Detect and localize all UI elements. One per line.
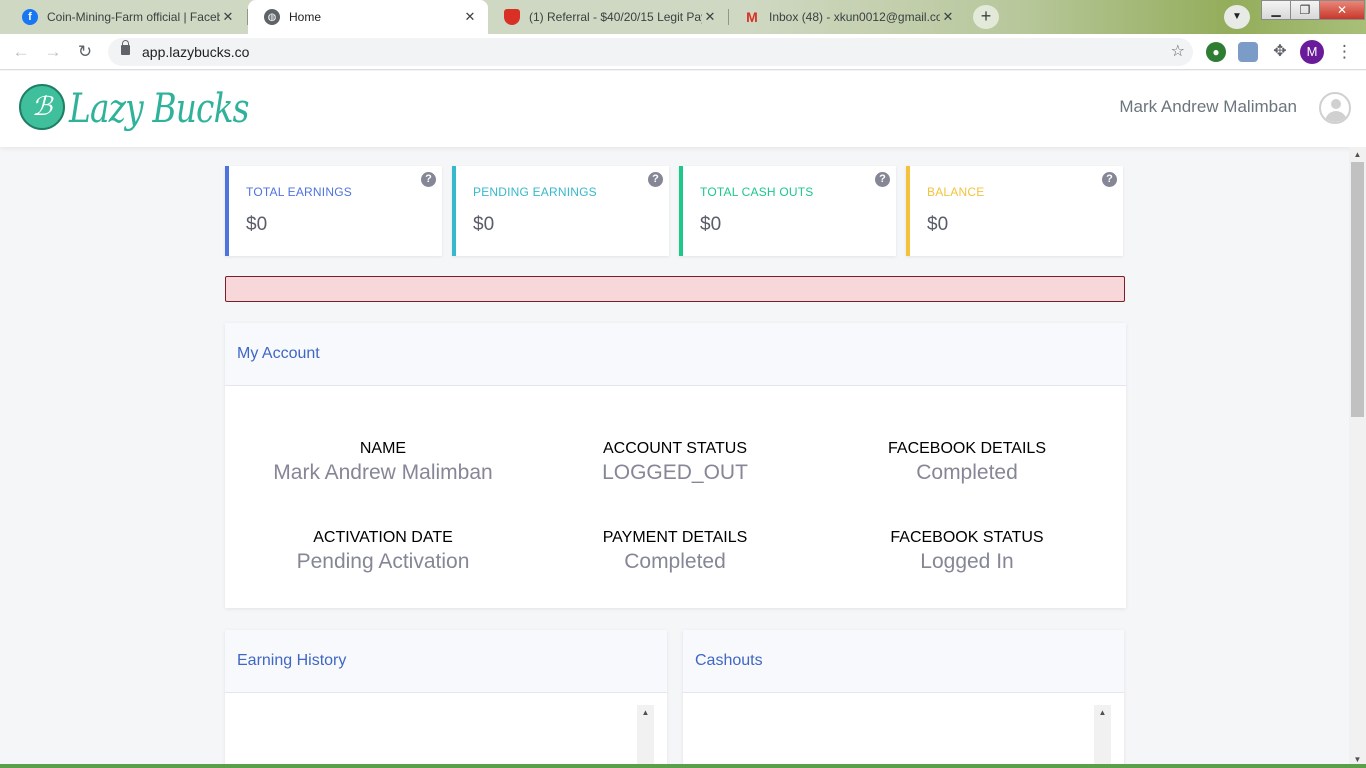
scroll-up-arrow-icon[interactable]: ▲ [1094,706,1111,720]
stat-card-pending-earnings: PENDING EARNINGS $0 ? [452,166,669,256]
scroll-up-arrow-icon[interactable]: ▲ [1349,148,1366,162]
stat-card-total-earnings: TOTAL EARNINGS $0 ? [225,166,442,256]
my-account-panel: My Account NAME Mark Andrew Malimban ACC… [225,323,1126,608]
window-close-button[interactable]: ✕ [1319,0,1365,20]
extension-image-icon[interactable] [1238,42,1258,62]
cashouts-scrollbar[interactable]: ▲ [1094,705,1111,768]
forward-arrow-icon[interactable]: → [41,40,65,64]
close-icon[interactable]: ✕ [462,9,478,25]
extension-globe-icon[interactable]: ● [1206,42,1226,62]
field-value: Completed [916,461,1018,484]
account-field-name: NAME Mark Andrew Malimban [233,440,533,485]
panel-title: My Account [237,345,320,362]
field-label: FACEBOOK DETAILS [888,440,1046,457]
tab-title: Home [289,10,322,24]
page-scrollbar[interactable]: ▲ ▼ [1349,147,1366,768]
stat-value: $0 [473,214,495,235]
tab-referral[interactable]: (1) Referral - $40/20/15 Legit Pay ✕ [488,0,728,34]
panel-title: Earning History [237,652,347,669]
maximize-button[interactable]: ❐ [1290,0,1320,20]
facebook-icon: f [22,9,38,25]
stat-label: TOTAL EARNINGS [246,185,352,199]
back-arrow-icon[interactable]: ← [9,40,33,64]
field-value: Mark Andrew Malimban [273,461,493,484]
help-icon[interactable]: ? [421,172,436,187]
alert-banner [225,276,1125,302]
reload-icon[interactable]: ↻ [73,40,97,64]
kebab-menu-icon[interactable]: ⋮ [1336,40,1353,64]
tab-gmail[interactable]: M Inbox (48) - xkun0012@gmail.co ✕ [728,0,966,34]
address-bar[interactable]: app.lazybucks.co ☆ [108,38,1193,66]
help-icon[interactable]: ? [648,172,663,187]
url-text[interactable]: app.lazybucks.co [142,38,249,66]
close-icon[interactable]: ✕ [940,9,956,25]
site-header: ℬ Lazy Bucks Mark Andrew Malimban [0,71,1366,147]
panel-header: My Account [225,323,1126,386]
logo-icon[interactable]: ℬ [19,84,65,130]
tab-facebook[interactable]: f Coin-Mining-Farm official | Faceb ✕ [6,0,246,34]
stat-value: $0 [246,214,268,235]
scroll-up-arrow-icon[interactable]: ▲ [637,706,654,720]
panel-header: Earning History [225,630,667,693]
stat-label: BALANCE [927,185,985,199]
field-label: PAYMENT DETAILS [602,529,748,546]
stat-value: $0 [927,214,949,235]
minimize-button[interactable]: ▁ [1261,0,1291,20]
logo-text[interactable]: Lazy Bucks [69,87,250,131]
header-username[interactable]: Mark Andrew Malimban [1119,97,1297,117]
taskbar-edge [0,764,1366,768]
account-field-activation-date: ACTIVATION DATE Pending Activation [233,529,533,574]
lock-icon [121,40,130,55]
bookmark-star-icon[interactable]: ☆ [1171,38,1185,66]
account-field-facebook-details: FACEBOOK DETAILS Completed [817,440,1117,485]
field-value: LOGGED_OUT [602,461,748,484]
profile-avatar[interactable]: M [1300,40,1324,64]
field-label: FACEBOOK STATUS [890,529,1044,546]
stat-card-balance: BALANCE $0 ? [906,166,1123,256]
field-label: NAME [359,440,407,457]
account-field-payment-details: PAYMENT DETAILS Completed [525,529,825,574]
account-field-facebook-status: FACEBOOK STATUS Logged In [817,529,1117,574]
panel-header: Cashouts [683,630,1124,693]
stat-label: TOTAL CASH OUTS [700,185,814,199]
avatar-head [1331,99,1341,109]
field-label: ACTIVATION DATE [313,529,453,546]
help-icon[interactable]: ? [1102,172,1117,187]
earning-history-scrollbar[interactable]: ▲ [637,705,654,768]
stat-value: $0 [700,214,722,235]
new-tab-button[interactable]: + [973,5,999,29]
field-value: Pending Activation [296,550,470,573]
scroll-thumb[interactable] [1351,162,1364,417]
browser-toolbar: ← → ↻ app.lazybucks.co ☆ ● ✥ M ⋮ [0,34,1366,70]
account-field-status: ACCOUNT STATUS LOGGED_OUT [525,440,825,485]
earning-history-panel: Earning History ▲ [225,630,667,768]
user-avatar-icon[interactable] [1319,92,1351,124]
tab-title: (1) Referral - $40/20/15 Legit Pay [529,10,702,24]
help-icon[interactable]: ? [875,172,890,187]
tab-search-button[interactable]: ▼ [1224,5,1250,29]
globe-icon: ◍ [264,9,280,25]
gmail-icon: M [746,9,758,25]
tab-home[interactable]: ◍ Home ✕ [248,0,488,34]
cashouts-panel: Cashouts ▲ [683,630,1124,768]
browser-tab-bar: f Coin-Mining-Farm official | Faceb ✕ ◍ … [0,0,1366,34]
close-icon[interactable]: ✕ [702,9,718,25]
field-label: ACCOUNT STATUS [602,440,747,457]
field-value: Completed [624,550,726,573]
tab-title: Coin-Mining-Farm official | Faceb [47,10,220,24]
panel-title: Cashouts [695,652,763,669]
close-icon[interactable]: ✕ [220,9,236,25]
field-value: Logged In [920,550,1014,573]
shield-icon [504,9,520,25]
stat-card-total-cash-outs: TOTAL CASH OUTS $0 ? [679,166,896,256]
stat-label: PENDING EARNINGS [473,185,597,199]
tab-title: Inbox (48) - xkun0012@gmail.co [769,10,940,24]
puzzle-icon[interactable]: ✥ [1270,42,1290,62]
